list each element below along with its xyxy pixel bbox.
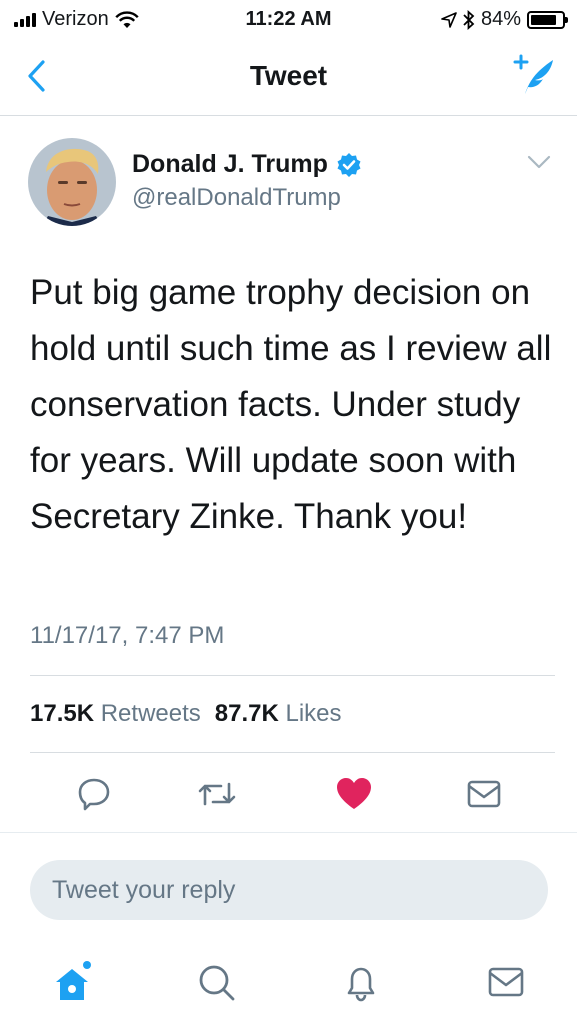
notifications-icon	[347, 967, 375, 1002]
share-button[interactable]	[464, 774, 504, 814]
likes-stat[interactable]: 87.7K Likes	[215, 700, 342, 728]
bluetooth-icon	[463, 9, 475, 30]
status-right: 84%	[441, 8, 568, 31]
avatar-image	[28, 138, 116, 226]
section-separator	[0, 832, 577, 844]
battery-icon	[527, 10, 568, 29]
author-name: Donald J. Trump	[132, 150, 328, 178]
retweets-stat[interactable]: 17.5K Retweets	[30, 700, 201, 728]
verified-badge-icon	[337, 152, 361, 177]
reply-button[interactable]	[74, 774, 114, 814]
location-arrow-icon	[441, 11, 457, 28]
tweet-timestamp: 11/17/17, 7:47 PM	[30, 622, 225, 649]
retweet-button[interactable]	[197, 774, 237, 814]
author-name-row[interactable]: Donald J. Trump	[132, 150, 362, 179]
heart-icon	[337, 778, 371, 809]
divider	[30, 675, 555, 676]
search-icon	[199, 965, 235, 1001]
retweets-label: Retweets	[100, 700, 201, 727]
tweet-text: Put big game trophy decision on hold unt…	[30, 273, 552, 536]
divider	[30, 752, 555, 753]
home-icon	[56, 961, 91, 1000]
tab-bar	[0, 940, 577, 1024]
likes-count: 87.7K	[214, 700, 279, 727]
page-title: Tweet	[249, 60, 328, 91]
tab-home[interactable]	[48, 958, 96, 1006]
avatar[interactable]	[28, 138, 116, 226]
retweets-count: 17.5K	[30, 700, 95, 727]
compose-tweet-icon	[513, 54, 553, 94]
retweet-icon	[198, 782, 236, 806]
tab-notifications[interactable]	[337, 958, 385, 1006]
nav-bar: Tweet	[0, 38, 577, 116]
tweet-stats: 17.5K Retweets 87.7K Likes	[30, 700, 342, 728]
tab-search[interactable]	[192, 958, 240, 1006]
status-bar: Verizon 11:22 AM 84%	[0, 0, 577, 38]
likes-label: Likes	[285, 700, 342, 727]
tab-messages[interactable]	[482, 958, 530, 1006]
like-button[interactable]	[334, 774, 374, 814]
chevron-down-icon	[527, 155, 551, 169]
battery-fill	[531, 14, 557, 25]
author-handle[interactable]: @realDonaldTrump	[132, 184, 341, 212]
reply-placeholder: Tweet your reply	[52, 875, 236, 904]
reply-input[interactable]: Tweet your reply	[30, 860, 548, 920]
tweet-options-button[interactable]	[525, 152, 553, 172]
battery-percent: 84%	[480, 8, 521, 30]
messages-icon	[488, 967, 524, 997]
compose-tweet-button[interactable]	[509, 54, 557, 98]
envelope-icon	[467, 780, 501, 808]
reply-icon	[78, 778, 110, 811]
tweet-actions	[0, 768, 577, 818]
